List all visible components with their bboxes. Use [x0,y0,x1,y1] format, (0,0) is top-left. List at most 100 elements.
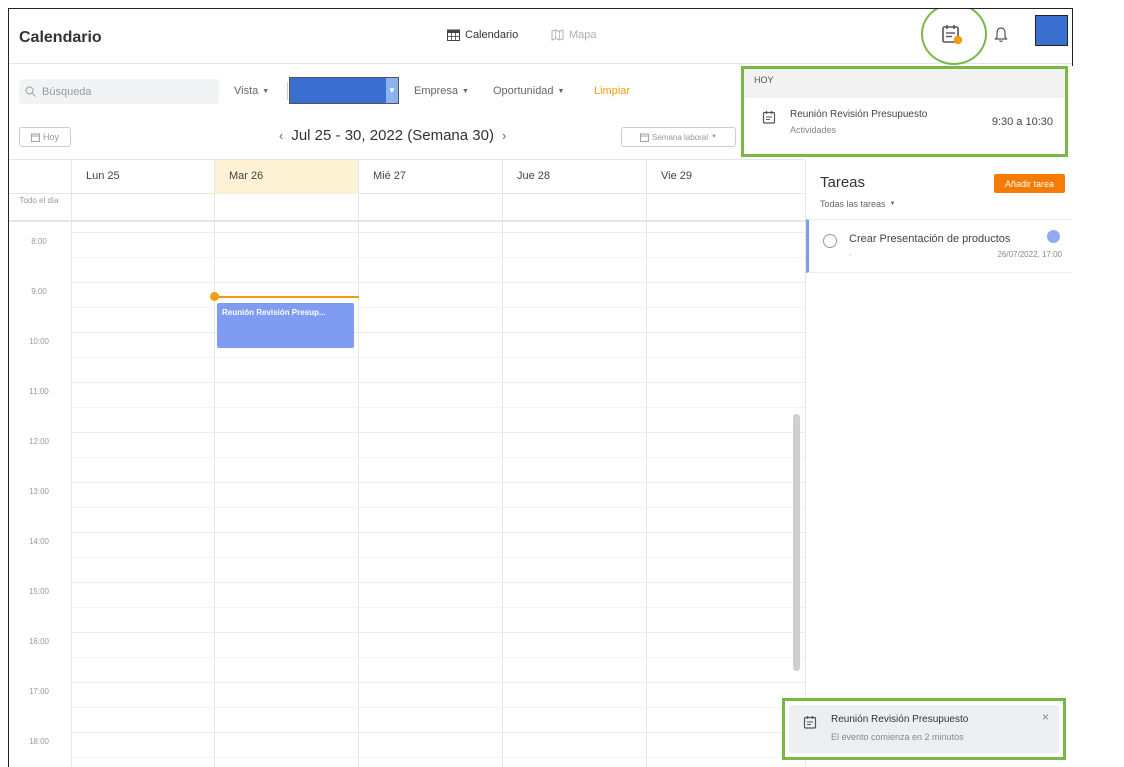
app-window: Calendario Calendario Mapa Búsqueda Vist… [8,8,1072,767]
hoy-label: Hoy [42,132,59,142]
redacted-value [290,78,386,103]
half-hour-line [71,657,805,658]
add-task-button[interactable]: Añadir tarea [994,174,1065,193]
toast-body[interactable]: Reunión Revisión Presupuesto El evento c… [789,705,1059,753]
tab-mapa-label: Mapa [569,29,597,41]
half-hour-line [71,757,805,758]
empresa-label: Empresa [414,85,459,97]
tasks-title: Tareas [820,174,866,191]
column-divider [502,160,503,767]
half-hour-line [71,507,805,508]
today-item-time: 9:30 a 10:30 [991,116,1053,128]
calendar-grid-icon [447,29,460,41]
hoy-button[interactable]: Hoy [19,127,71,147]
oportunidad-dropdown[interactable]: Oportunidad ▼ [493,85,564,97]
hour-label: 11:00 [29,387,49,396]
chevron-down-icon: ▼ [889,201,896,207]
tasks-filter-label: Todas las tareas [820,199,886,209]
search-icon [25,86,36,97]
column-divider [71,160,72,767]
close-icon[interactable]: × [1042,710,1049,724]
date-nav: Hoy ‹ Jul 25 - 30, 2022 (Semana 30) › Se… [9,119,809,159]
toast-message: El evento comienza en 2 minutos [831,732,964,742]
tab-mapa[interactable]: Mapa [551,29,597,41]
chevron-down-icon: ▼ [462,87,469,95]
event-reunion[interactable]: Reunión Revisión Presup... [217,303,354,348]
assignee-avatar-icon [1047,230,1060,243]
oportunidad-label: Oportunidad [493,85,554,97]
current-time-line [215,296,359,298]
column-divider [358,160,359,767]
half-hour-line [71,557,805,558]
event-calendar-icon [803,716,817,729]
empresa-dropdown[interactable]: Empresa ▼ [414,85,469,97]
half-hour-line [71,607,805,608]
today-item-type: Actividades [790,125,837,135]
hour-line [71,632,805,633]
task-due-date: 26/07/2022, 17:00 [997,250,1062,259]
search-input[interactable]: Búsqueda [19,79,219,104]
view-mode-dropdown[interactable]: Semana laboral ▼ [621,127,736,147]
task-related: - [849,250,852,259]
task-item[interactable]: Crear Presentación de productos - 26/07/… [806,219,1072,273]
hour-line [71,482,805,483]
day-header-lun[interactable]: Lun 25 [71,160,214,194]
week-grid: Lun 25 Mar 26 Mié 27 Jue 28 Vie 29 Todo … [9,159,805,767]
column-divider [214,160,215,767]
grid-scrollbar[interactable] [793,414,800,671]
app-title: Calendario [19,29,102,46]
hour-line [71,682,805,683]
bell-icon[interactable] [993,25,1009,45]
filter-bar: Búsqueda Vista ▼ ▼ Empresa ▼ Oportunidad… [9,64,809,119]
calendar-notification-icon[interactable] [941,23,963,45]
chevron-down-icon: ▼ [262,87,270,95]
hour-label: 17:00 [28,687,50,696]
task-checkbox[interactable] [823,234,837,248]
day-header-mie[interactable]: Mié 27 [358,160,502,194]
day-header-vie[interactable]: Vie 29 [646,160,805,194]
redacted-select[interactable]: ▼ [289,77,399,104]
tab-calendario-label: Calendario [465,29,519,41]
today-popup-item[interactable]: Reunión Revisión Presupuesto Actividades… [744,106,1065,146]
hour-line [71,532,805,533]
allday-label: Todo el día [19,196,59,205]
limpiar-link[interactable]: Limpiar [594,85,630,97]
user-avatar[interactable] [1035,15,1068,46]
page-border [1072,8,1073,66]
next-week-button[interactable]: › [502,128,506,143]
day-headers: Lun 25 Mar 26 Mié 27 Jue 28 Vie 29 [9,160,805,194]
half-hour-line [71,357,805,358]
hour-label: 14:00 [28,537,50,546]
hour-label: 8:00 [31,237,47,246]
hour-label: 16:00 [28,637,50,646]
half-hour-line [71,257,805,258]
allday-row[interactable]: Todo el día [9,194,805,222]
hour-line [71,582,805,583]
hour-label: 12:00 [28,437,50,446]
chevron-down-icon: ▼ [711,134,717,140]
divider [287,82,288,100]
day-header-mar[interactable]: Mar 26 [214,160,358,194]
hour-line [71,282,805,283]
week-title: Jul 25 - 30, 2022 (Semana 30) [291,127,494,144]
today-popup-header: HOY [744,69,1065,98]
hour-label: 9:00 [31,287,47,296]
view-mode-label: Semana laboral [652,132,709,142]
half-hour-line [71,407,805,408]
calendar-icon [640,133,649,142]
hour-line [71,332,805,333]
chevron-down-icon: ▼ [557,87,565,95]
column-divider [646,160,647,767]
tab-calendario[interactable]: Calendario [447,29,518,41]
tasks-filter-dropdown[interactable]: Todas las tareas ▼ [820,199,896,209]
event-toast: Reunión Revisión Presupuesto El evento c… [782,698,1066,760]
prev-week-button[interactable]: ‹ [279,128,283,143]
hour-line [71,432,805,433]
vista-dropdown[interactable]: Vista ▼ [234,85,269,97]
map-icon [551,29,564,41]
hour-line [71,732,805,733]
hour-label: 18:00 [28,737,50,746]
day-header-jue[interactable]: Jue 28 [502,160,646,194]
hour-label: 15:00 [28,587,50,596]
toast-title: Reunión Revisión Presupuesto [831,714,969,725]
